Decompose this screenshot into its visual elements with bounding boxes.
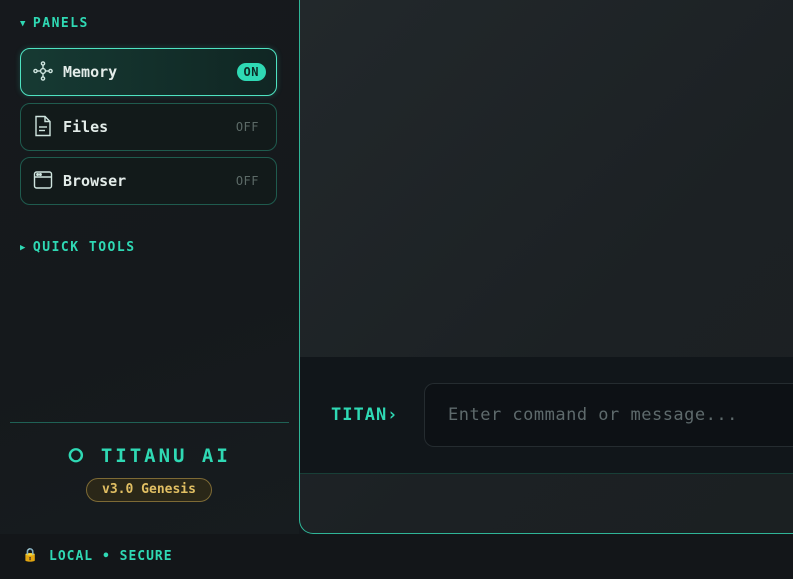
panel-memory-label: Memory xyxy=(63,63,118,81)
quick-tools-header-label: QUICK TOOLS xyxy=(32,240,136,255)
file-icon xyxy=(33,115,53,137)
command-bar: TITAN› xyxy=(300,357,793,474)
panel-browser-button[interactable]: Browser OFF xyxy=(20,157,277,205)
main-panel: TITAN› xyxy=(299,0,793,534)
sidebar-divider xyxy=(10,422,289,423)
panel-files-label: Files xyxy=(63,118,109,136)
status-bar: 🔒 LOCAL • SECURE xyxy=(0,534,793,579)
panel-memory-button[interactable]: Memory ON xyxy=(20,48,277,96)
panel-browser-toggle[interactable]: OFF xyxy=(229,172,266,190)
command-prompt-label: TITAN› xyxy=(331,405,399,425)
lock-icon: 🔒 xyxy=(22,548,39,563)
network-nodes-icon xyxy=(33,60,53,82)
brand-title: ⭘ TITANU AI xyxy=(68,445,231,467)
browser-window-icon xyxy=(33,169,53,191)
command-input[interactable] xyxy=(424,383,793,447)
panel-browser-label: Browser xyxy=(63,172,127,190)
panels-header-label: PANELS xyxy=(32,16,89,31)
panel-memory-toggle[interactable]: ON xyxy=(236,63,266,81)
panel-files-button[interactable]: Files OFF xyxy=(20,103,277,151)
panels-section-header[interactable]: ▼ PANELS xyxy=(20,16,89,31)
status-text: LOCAL • SECURE xyxy=(49,549,173,564)
caret-right-icon: ▶ xyxy=(20,242,27,253)
caret-down-icon: ▼ xyxy=(20,18,27,29)
version-badge: v3.0 Genesis xyxy=(86,478,212,502)
sidebar: ▼ PANELS Memory ON Files OFF Browser OFF… xyxy=(0,0,299,534)
panel-files-toggle[interactable]: OFF xyxy=(229,118,266,136)
quick-tools-section-header[interactable]: ▶ QUICK TOOLS xyxy=(20,240,136,255)
